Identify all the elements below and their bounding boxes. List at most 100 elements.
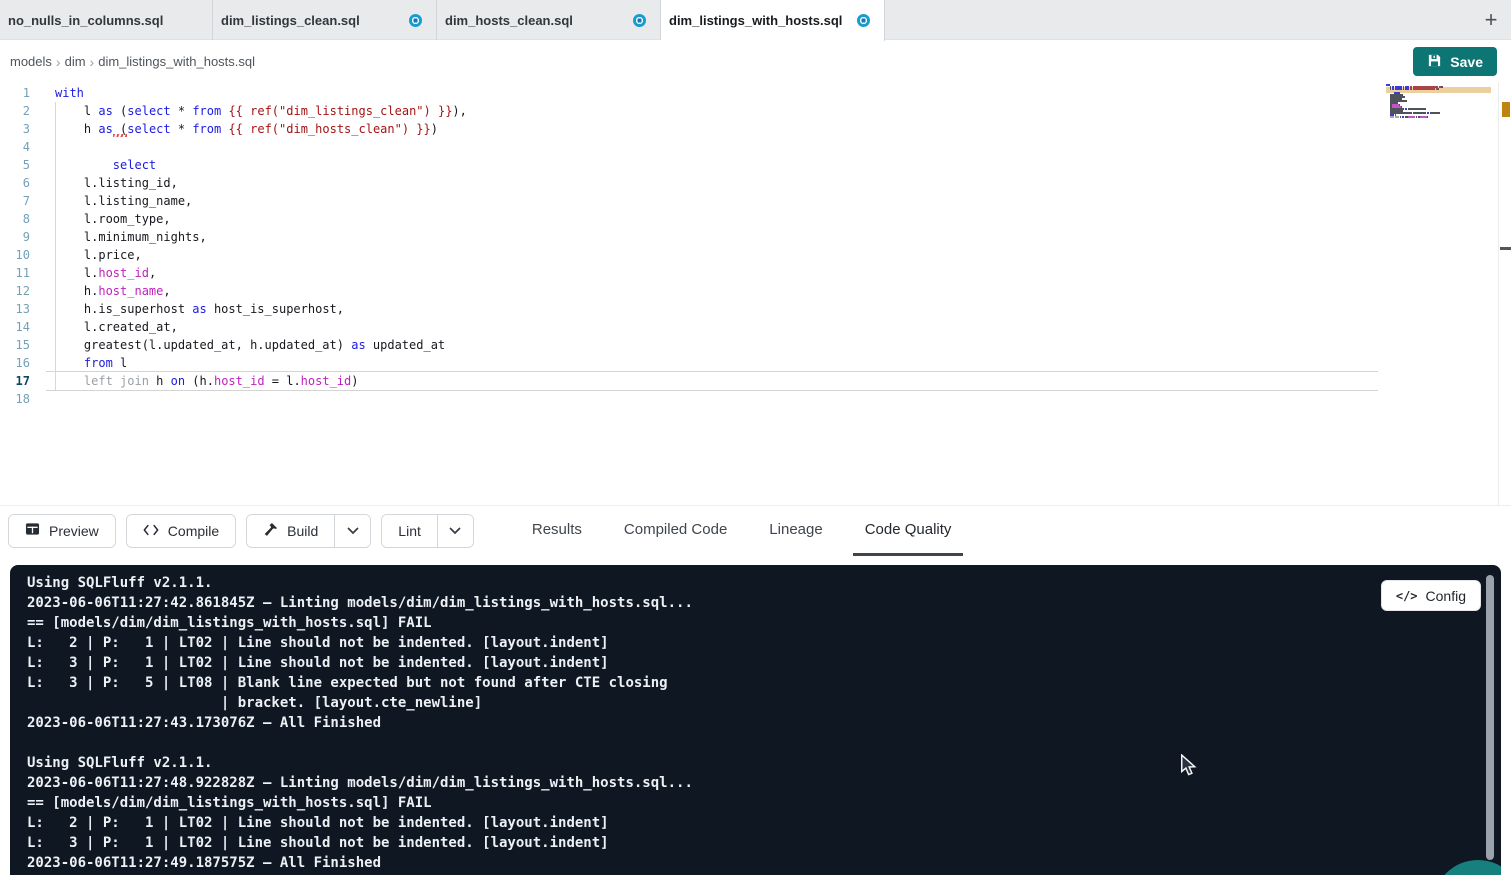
code-icon: </>	[1396, 589, 1418, 603]
open-file-tabs: no_nulls_in_columns.sql dim_listings_clea…	[0, 0, 885, 40]
compile-label: Compile	[168, 523, 219, 539]
code-line[interactable]: 8 l.room_type,	[0, 210, 1511, 228]
breadcrumb-item[interactable]: models	[10, 54, 52, 69]
build-dropdown-button[interactable]	[334, 515, 370, 547]
line-number: 4	[0, 138, 30, 156]
unsaved-indicator-icon	[409, 14, 422, 27]
code-line[interactable]: 6 l.listing_id,	[0, 174, 1511, 192]
compile-button[interactable]: Compile	[127, 515, 235, 547]
code-line[interactable]: 2 l as (select * from {{ ref("dim_listin…	[0, 102, 1511, 120]
hammer-icon	[263, 522, 278, 540]
table-icon	[25, 522, 40, 539]
preview-button[interactable]: Preview	[9, 515, 115, 547]
line-number: 2	[0, 102, 30, 120]
code-editor[interactable]: 1with2 l as (select * from {{ ref("dim_l…	[0, 82, 1511, 505]
code-text: l.listing_id,	[55, 174, 178, 192]
code-line[interactable]: 13 h.is_superhost as host_is_superhost,	[0, 300, 1511, 318]
file-tab[interactable]: dim_listings_with_hosts.sql	[661, 0, 885, 41]
code-line[interactable]: 17 left join h on (h.host_id = l.host_id…	[0, 372, 1511, 390]
line-number: 13	[0, 300, 30, 318]
config-button[interactable]: </> Config	[1381, 580, 1481, 611]
minimap[interactable]	[1386, 84, 1491, 120]
save-label: Save	[1450, 54, 1483, 70]
lint-output: Using SQLFluff v2.1.1. 2023-06-06T11:27:…	[27, 573, 693, 873]
line-number: 5	[0, 156, 30, 174]
breadcrumb-separator-icon: ›	[90, 54, 95, 70]
line-number: 9	[0, 228, 30, 246]
lint-button[interactable]: Lint	[382, 515, 437, 547]
line-number: 8	[0, 210, 30, 228]
code-line[interactable]: 10 l.price,	[0, 246, 1511, 264]
code-text: l.listing_name,	[55, 192, 192, 210]
lint-terminal[interactable]: Using SQLFluff v2.1.1. 2023-06-06T11:27:…	[10, 565, 1501, 875]
code-text: h.host_name,	[55, 282, 171, 300]
code-text: from l	[55, 354, 127, 372]
code-line[interactable]: 14 l.created_at,	[0, 318, 1511, 336]
tab-bar: no_nulls_in_columns.sql dim_listings_clea…	[0, 0, 1511, 40]
breadcrumb-separator-icon: ›	[56, 54, 61, 70]
help-beacon-button[interactable]	[1433, 860, 1501, 875]
code-text: select	[55, 156, 156, 174]
panel-tab-lineage[interactable]: Lineage	[757, 506, 834, 556]
code-text: l as (select * from {{ ref("dim_listings…	[55, 102, 467, 120]
unsaved-indicator-icon	[633, 14, 646, 27]
build-button[interactable]: Build	[247, 515, 334, 547]
build-label: Build	[287, 523, 318, 539]
preview-label: Preview	[49, 523, 99, 539]
code-icon	[143, 523, 159, 539]
breadcrumb-item[interactable]: dim	[65, 54, 86, 69]
line-number: 17	[0, 372, 30, 390]
code-line[interactable]: 1with	[0, 84, 1511, 102]
new-tab-button[interactable]: +	[1471, 0, 1511, 40]
code-line[interactable]: 15 greatest(l.updated_at, h.updated_at) …	[0, 336, 1511, 354]
lint-label: Lint	[398, 523, 421, 539]
code-line[interactable]: 4	[0, 138, 1511, 156]
panel-tab-code-quality[interactable]: Code Quality	[853, 506, 964, 556]
code-text: l.minimum_nights,	[55, 228, 207, 246]
preview-button-group: Preview	[8, 514, 116, 548]
code-line[interactable]: 16 from l	[0, 354, 1511, 372]
file-tab-label: no_nulls_in_columns.sql	[8, 13, 163, 28]
panel-tab-compiled-code[interactable]: Compiled Code	[612, 506, 739, 556]
code-line[interactable]: 7 l.listing_name,	[0, 192, 1511, 210]
code-text: l.room_type,	[55, 210, 171, 228]
plus-icon: +	[1485, 7, 1498, 33]
line-number: 3	[0, 120, 30, 138]
overview-ruler-warning-marker	[1502, 102, 1510, 117]
code-line[interactable]: 12 h.host_name,	[0, 282, 1511, 300]
unsaved-indicator-icon	[857, 14, 870, 27]
breadcrumb-item[interactable]: dim_listings_with_hosts.sql	[98, 54, 255, 69]
lint-error-squiggle	[113, 134, 127, 137]
mouse-cursor	[1180, 754, 1197, 782]
action-bar: Preview Compile Build Lint Results Compiled …	[0, 505, 1511, 555]
line-number: 11	[0, 264, 30, 282]
line-number: 15	[0, 336, 30, 354]
overview-ruler-cursor-marker	[1500, 247, 1511, 250]
panel-tab-results[interactable]: Results	[520, 506, 594, 556]
file-tab[interactable]: dim_listings_clean.sql	[213, 0, 437, 40]
lint-dropdown-button[interactable]	[437, 515, 473, 547]
line-number: 10	[0, 246, 30, 264]
file-tab[interactable]: dim_hosts_clean.sql	[437, 0, 661, 40]
minimap-line	[1386, 118, 1491, 120]
code-line[interactable]: 11 l.host_id,	[0, 264, 1511, 282]
file-tab[interactable]: no_nulls_in_columns.sql	[0, 0, 213, 40]
code-line[interactable]: 5 select	[0, 156, 1511, 174]
config-label: Config	[1426, 588, 1466, 604]
code-line[interactable]: 3 h as (select * from {{ ref("dim_hosts_…	[0, 120, 1511, 138]
save-button[interactable]: Save	[1413, 47, 1497, 76]
breadcrumb-bar: models›dim›dim_listings_with_hosts.sql S…	[0, 41, 1511, 82]
line-number: 12	[0, 282, 30, 300]
code-text: l.host_id,	[55, 264, 156, 282]
file-tab-label: dim_listings_with_hosts.sql	[669, 13, 842, 28]
toolbar-buttons: Preview Compile Build Lint	[8, 514, 484, 548]
code-line[interactable]: 18	[0, 390, 1511, 408]
chevron-down-icon	[347, 523, 359, 538]
file-tab-label: dim_hosts_clean.sql	[445, 13, 573, 28]
code-line[interactable]: 9 l.minimum_nights,	[0, 228, 1511, 246]
line-number: 6	[0, 174, 30, 192]
ide-window: no_nulls_in_columns.sql dim_listings_clea…	[0, 0, 1511, 875]
line-number: 14	[0, 318, 30, 336]
code-lines: 1with2 l as (select * from {{ ref("dim_l…	[0, 84, 1511, 408]
terminal-scrollbar[interactable]	[1486, 575, 1494, 860]
